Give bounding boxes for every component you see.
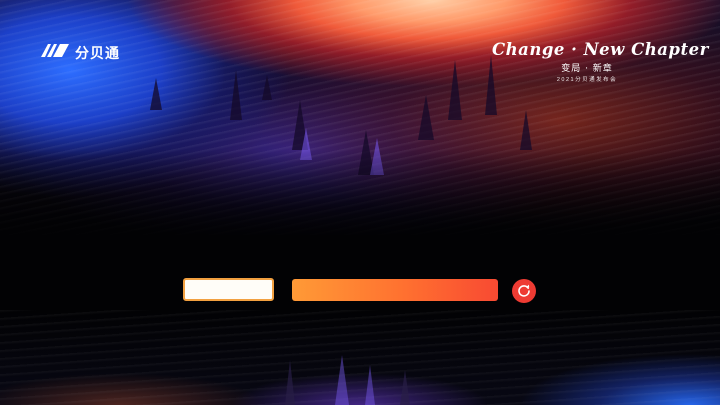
submit-button[interactable] [292, 279, 498, 301]
bottom-spikes [285, 355, 410, 405]
refresh-icon [517, 284, 531, 298]
event-subtitle: 2021分贝通发布会 [556, 77, 618, 83]
event-title-en: Change · New Chapter [492, 40, 709, 59]
fenbeitong-logo-icon [40, 42, 70, 63]
event-title-cn: 变局 · 新章 [561, 64, 613, 74]
code-input[interactable] [183, 278, 274, 301]
brand-name: 分贝通 [75, 44, 120, 61]
top-fade [0, 150, 720, 240]
brand-logo: 分贝通 [40, 42, 120, 63]
event-logo: Change · New Chapter 变局 · 新章 2021分贝通发布会 [492, 40, 709, 83]
refresh-button[interactable] [512, 279, 536, 303]
